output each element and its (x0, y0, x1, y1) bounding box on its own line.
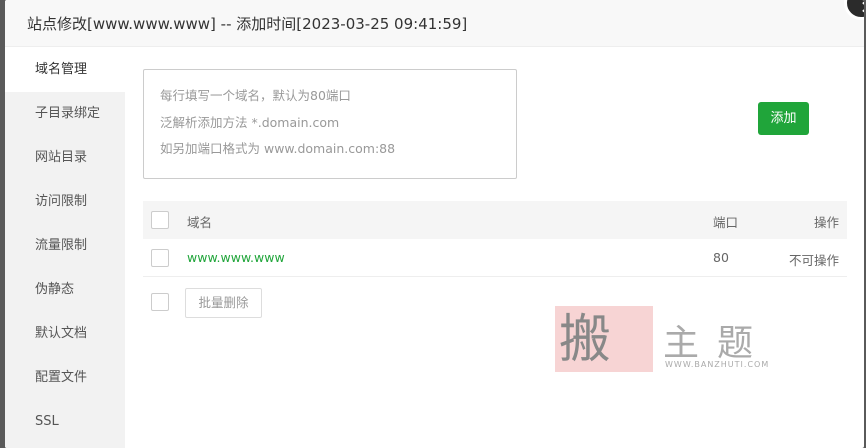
domain-textarea[interactable]: 每行填写一个域名，默认为80端口 泛解析添加方法 *.domain.com 如另… (143, 69, 517, 179)
dialog-title: 站点修改[www.www.www] -- 添加时间[2023-03-25 09:… (27, 15, 468, 33)
watermark-logo: 搬 主题 WWW.BANZHUTI.COM (555, 306, 805, 378)
sidebar-item-subdirectory-binding[interactable]: 子目录绑定 (5, 92, 125, 136)
row-checkbox[interactable] (151, 249, 169, 267)
domain-table: 域名 端口 操作 www.www.www 80 不可操作 (143, 201, 847, 277)
column-header-port: 端口 (713, 215, 739, 230)
site-edit-dialog: 站点修改[www.www.www] -- 添加时间[2023-03-25 09:… (5, 0, 864, 448)
add-domain-button[interactable]: 添加 (758, 102, 809, 135)
sidebar-item-config-file[interactable]: 配置文件 (5, 356, 125, 400)
domain-link[interactable]: www.www.www (187, 250, 285, 265)
sidebar-item-access-limit[interactable]: 访问限制 (5, 180, 125, 224)
sidebar-item-ssl[interactable]: SSL (5, 400, 125, 444)
batch-delete-button[interactable]: 批量删除 (185, 288, 262, 318)
table-header: 域名 端口 操作 (143, 201, 847, 239)
domain-management-panel: 每行填写一个域名，默认为80端口 泛解析添加方法 *.domain.com 如另… (125, 48, 864, 448)
dialog-titlebar: 站点修改[www.www.www] -- 添加时间[2023-03-25 09:… (5, 0, 864, 47)
sidebar-item-default-document[interactable]: 默认文档 (5, 312, 125, 356)
column-header-action: 操作 (813, 215, 839, 230)
select-all-checkbox[interactable] (151, 211, 169, 229)
domain-hint-line: 如另加端口格式为 www.domain.com:88 (160, 141, 396, 156)
sidebar-item-domain-management[interactable]: 域名管理 (5, 48, 125, 92)
settings-sidebar: 域名管理 子目录绑定 网站目录 访问限制 流量限制 伪静态 默认文档 配置文件 … (5, 48, 125, 448)
domain-hint-line: 泛解析添加方法 *.domain.com (160, 114, 340, 130)
watermark-brand-text: 主题 (663, 323, 772, 364)
action-status: 不可操作 (788, 253, 839, 268)
column-header-domain: 域名 (187, 215, 213, 230)
watermark-url: WWW.BANZHUTI.COM (665, 360, 770, 369)
watermark-brand-char: 搬 (559, 310, 612, 370)
port-value: 80 (713, 250, 729, 265)
domain-hint-line: 每行填写一个域名，默认为80端口 (160, 88, 351, 103)
table-row: www.www.www 80 不可操作 (143, 239, 847, 277)
sidebar-item-rewrite[interactable]: 伪静态 (5, 268, 125, 312)
sidebar-item-traffic-limit[interactable]: 流量限制 (5, 224, 125, 268)
sidebar-item-site-directory[interactable]: 网站目录 (5, 136, 125, 180)
batch-select-checkbox[interactable] (151, 293, 169, 311)
